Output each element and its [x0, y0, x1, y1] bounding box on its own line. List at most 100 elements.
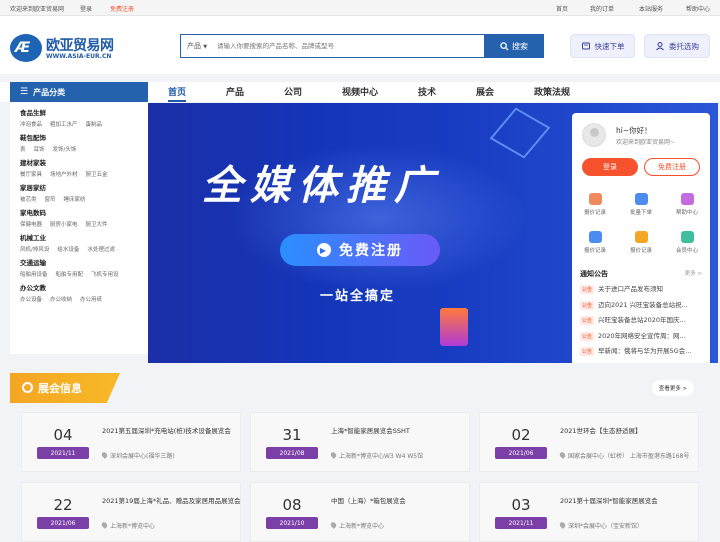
category-title[interactable]: 家居家纺 [20, 183, 138, 194]
category-group: 鞋包配饰表 耳饰 发饰/头饰 [20, 133, 138, 156]
expo-card[interactable]: 03 2021/11 2021第十届深圳*智能家居展览会 深圳*会展中心（宝安新馆） [479, 482, 699, 542]
expo-card[interactable]: 08 2021/10 中国（上海）*箱包展览会 上海新*博览中心 [250, 482, 470, 542]
quick-link-icon [588, 193, 602, 205]
expo-date-badge: 2021/11 [495, 517, 547, 529]
quick-link[interactable]: 会员中心 [664, 225, 710, 263]
category-subitem[interactable]: 耳饰 [34, 147, 45, 153]
category-subitem[interactable]: 窗帘 [45, 197, 56, 203]
expo-name: 2021第19届上海*礼品、赠品及家居用品展览会 [102, 497, 241, 505]
category-title[interactable]: 交通运输 [20, 258, 138, 269]
quick-link[interactable]: 报价记录 [572, 225, 618, 263]
category-header[interactable]: ☰ 产品分类 [10, 82, 148, 102]
arrow-right-icon: ▶ [317, 243, 331, 257]
category-title[interactable]: 办公文教 [20, 283, 138, 294]
quick-link[interactable]: 批量下单 [618, 187, 664, 225]
expo-card[interactable]: 02 2021/06 2021世环会【生态舒适展】 国家会展中心（虹桥） 上海市盈港东… [479, 412, 699, 472]
expo-name: 2021世环会【生态舒适展】 [560, 427, 642, 435]
category-subitem[interactable]: 厨房小家电 [50, 222, 78, 228]
notice-item[interactable]: 公告 兴旺宝装备总站2020年国庆... [580, 314, 704, 327]
quick-link[interactable]: 报价记录 [618, 225, 664, 263]
nav-item-tech[interactable]: 技术 [418, 85, 436, 98]
expo-location-text: 国家会展中心（虹桥） 上海市盈港东路168号 [568, 453, 690, 460]
category-subitem[interactable]: 船舶专用配 [56, 272, 84, 278]
category-subitem[interactable]: 厨卫大件 [86, 222, 108, 228]
category-title[interactable]: 建材家装 [20, 158, 138, 169]
top-link-help[interactable]: 帮助中心 [686, 4, 710, 13]
user-icon [656, 42, 664, 51]
category-subitem[interactable]: 场地户外材 [50, 172, 78, 178]
expo-name: 2021第五届深圳*充电站(桩)技术设备展览会 [102, 427, 231, 435]
category-group: 建材家装餐厅家具 场地户外材 厨卫五金 [20, 158, 138, 181]
category-title[interactable]: 家电数码 [20, 208, 138, 219]
search-input[interactable] [217, 37, 477, 55]
category-subitem[interactable]: 保健电器 [20, 222, 42, 228]
category-subitem[interactable]: 办公设备 [20, 297, 42, 303]
category-subitem[interactable]: 办公用纸 [80, 297, 102, 303]
notice-item[interactable]: 公告 2020年网络安全宣传周：网... [580, 330, 704, 343]
category-subitems: 被芯类 窗帘 睡床家纺 [20, 194, 138, 206]
nav-item-video[interactable]: 视频中心 [342, 85, 378, 98]
notice-more-link[interactable]: 更多 > [685, 269, 702, 277]
login-button[interactable]: 登录 [582, 158, 638, 176]
top-bar: 欢迎来到欧亚贸易网 登录 免费注册 首页 我的订单 本站服务 帮助中心 [0, 0, 720, 16]
quick-order-button[interactable]: 快速下单 [570, 34, 635, 58]
nav-item-products[interactable]: 产品 [226, 85, 244, 98]
category-subitem[interactable]: 风机/排风设 [20, 247, 49, 253]
category-subitems: 保健电器 厨房小家电 厨卫大件 [20, 219, 138, 231]
notice-item[interactable]: 公告 关于进口产品发布须知 [580, 283, 704, 296]
quick-link-label: 报价记录 [629, 248, 652, 254]
logo-url: WWW.ASIA-EUR.CN [46, 53, 112, 60]
category-subitem[interactable]: 睡床家纺 [64, 197, 86, 203]
quick-link[interactable]: 报价记录 [572, 187, 618, 225]
category-subitem[interactable]: 粗加工水产 [50, 122, 78, 128]
notice-title: 通知公告 [580, 270, 608, 278]
top-link-services[interactable]: 本站服务 [639, 4, 663, 13]
search-button[interactable]: 搜索 [484, 34, 544, 58]
category-title[interactable]: 机械工业 [20, 233, 138, 244]
top-link-home[interactable]: 首页 [556, 4, 568, 13]
category-subitem[interactable]: 水处理过滤 [87, 247, 115, 253]
category-title[interactable]: 鞋包配饰 [20, 133, 138, 144]
top-register-link[interactable]: 免费注册 [110, 4, 134, 13]
banner-register-button[interactable]: ▶ 免费注册 [280, 234, 440, 266]
category-subitem[interactable]: 餐厅家具 [20, 172, 42, 178]
expo-card[interactable]: 04 2021/11 2021第五届深圳*充电站(桩)技术设备展览会 深圳会展中心(福… [21, 412, 241, 472]
notice-item[interactable]: 公告 早新闻：俄将与华为开展5G会... [580, 345, 704, 358]
nav-item-expo[interactable]: 展会 [476, 85, 494, 98]
category-subitem[interactable]: 冲泡食品 [20, 122, 42, 128]
category-subitems: 办公设备 办公收纳 办公用纸 [20, 294, 138, 306]
category-group: 机械工业风机/排风设 给水设备 水处理过滤 [20, 233, 138, 256]
category-subitem[interactable]: 飞机专用设 [91, 272, 119, 278]
chevron-down-icon: ▼ [203, 44, 208, 50]
header: Æ 欧亚贸易网 WWW.ASIA-EUR.CN 产品 ▼ 搜索 快速下单 委托选… [0, 16, 720, 74]
category-subitem[interactable]: 给水设备 [57, 247, 79, 253]
category-group: 交通运输船舶用设备 船舶专用配 飞机专用设 [20, 258, 138, 281]
greeting: hi~你好！ [616, 126, 652, 135]
logo-mark-icon: Æ [10, 34, 42, 62]
consign-purchase-button[interactable]: 委托选购 [644, 34, 710, 58]
category-title[interactable]: 食品生鲜 [20, 108, 138, 119]
logo-name: 欧亚贸易网 [46, 38, 114, 54]
expo-more-button[interactable]: 查看更多 > [652, 380, 694, 396]
notice-text: 2020年网络安全宣传周：网... [598, 331, 686, 340]
register-button[interactable]: 免费注册 [644, 158, 700, 176]
expo-card[interactable]: 22 2021/06 2021第19届上海*礼品、赠品及家居用品展览会 上海新*博览中… [21, 482, 241, 542]
expo-card[interactable]: 31 2021/08 上海*智能家居展览会SSHT 上海新*博览中心W3 W4 W5馆 [250, 412, 470, 472]
category-subitem[interactable]: 发饰/头饰 [53, 147, 77, 153]
quick-link[interactable]: 帮助中心 [664, 187, 710, 225]
top-link-orders[interactable]: 我的订单 [590, 4, 614, 13]
nav-item-policy[interactable]: 政策法规 [534, 85, 570, 98]
site-logo[interactable]: Æ 欧亚贸易网 WWW.ASIA-EUR.CN [10, 34, 120, 66]
category-subitem[interactable]: 办公收纳 [50, 297, 72, 303]
nav-item-home[interactable]: 首页 [168, 85, 187, 102]
category-subitem[interactable]: 表 [20, 147, 26, 153]
nav-item-companies[interactable]: 公司 [284, 85, 302, 98]
category-subitem[interactable]: 船舶用设备 [20, 272, 48, 278]
search-category-select[interactable]: 产品 ▼ [187, 41, 207, 51]
category-subitem[interactable]: 蛋制品 [86, 122, 103, 128]
top-login-link[interactable]: 登录 [80, 4, 92, 13]
category-subitem[interactable]: 厨卫五金 [86, 172, 108, 178]
notice-item[interactable]: 公告 迈向2021 兴旺宝装备总站祝... [580, 299, 704, 312]
expo-date-badge: 2021/10 [266, 517, 318, 529]
category-subitem[interactable]: 被芯类 [20, 197, 37, 203]
